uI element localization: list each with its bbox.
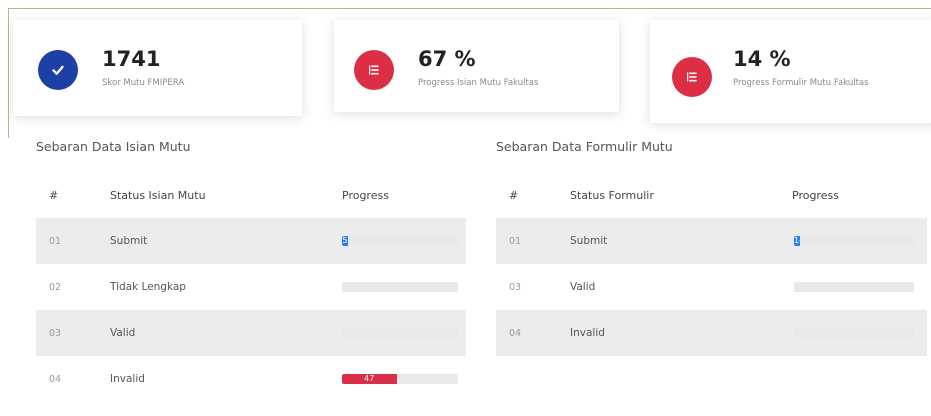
stat-value: 14 %: [733, 47, 791, 71]
row-status: Submit: [110, 235, 148, 247]
table-row: 03 Valid: [36, 310, 466, 356]
row-status: Valid: [110, 327, 136, 339]
progress-bar: [794, 328, 914, 338]
table-row: 03 Valid: [496, 264, 927, 310]
formulir-mutu-table: # Status Formulir Progress 01 Submit 14 …: [496, 172, 927, 356]
table-header-row: # Status Formulir Progress: [496, 172, 927, 218]
table-row: 01 Submit 5: [36, 218, 466, 264]
progress-fill: 47: [342, 374, 397, 384]
table-header-row: # Status Isian Mutu Progress: [36, 172, 466, 218]
row-number: 04: [509, 327, 522, 339]
stat-card-skor-mutu: 1741 Skor Mutu FMIPERA: [13, 20, 302, 116]
progress-bar: 5: [342, 236, 458, 246]
check-icon: [38, 50, 78, 90]
header-status: Status Isian Mutu: [110, 188, 206, 202]
row-status: Invalid: [570, 327, 605, 339]
row-number: 04: [49, 373, 62, 385]
row-status: Valid: [570, 281, 596, 293]
header-number: #: [509, 188, 519, 202]
frame-border-left: [8, 8, 9, 138]
header-number: #: [49, 188, 59, 202]
table-row: 02 Tidak Lengkap: [36, 264, 466, 310]
table-row: 01 Submit 14: [496, 218, 927, 264]
row-status: Submit: [570, 235, 608, 247]
table-row: 04 Invalid: [496, 310, 927, 356]
row-number: 03: [49, 327, 62, 339]
list-icon: [672, 57, 712, 97]
row-status: Invalid: [110, 373, 145, 385]
row-number: 01: [509, 235, 522, 247]
table-row: 04 Invalid 47: [36, 356, 466, 402]
list-icon: [354, 50, 394, 90]
progress-bar: 14: [794, 236, 914, 246]
stat-card-progress-isian: 67 % Progress Isian Mutu Fakultas: [334, 20, 619, 112]
header-status: Status Formulir: [570, 188, 654, 202]
progress-bar: [342, 282, 458, 292]
stat-label: Progress Isian Mutu Fakultas: [418, 78, 539, 88]
stat-label: Progress Formulir Mutu Fakultas: [733, 78, 869, 88]
row-number: 03: [509, 281, 522, 293]
progress-bar: 47: [342, 374, 458, 384]
stat-value: 1741: [102, 47, 161, 71]
header-progress: Progress: [792, 188, 839, 202]
progress-fill: 5: [342, 236, 348, 246]
row-number: 02: [49, 281, 62, 293]
row-number: 01: [49, 235, 62, 247]
stat-label: Skor Mutu FMIPERA: [102, 78, 185, 88]
isian-mutu-table: # Status Isian Mutu Progress 01 Submit 5…: [36, 172, 466, 404]
isian-section-title: Sebaran Data Isian Mutu: [36, 139, 191, 154]
stat-card-progress-formulir: 14 % Progress Formulir Mutu Fakultas: [650, 20, 931, 123]
progress-fill: 14: [794, 236, 800, 246]
header-progress: Progress: [342, 188, 389, 202]
stat-value: 67 %: [418, 47, 476, 71]
row-status: Tidak Lengkap: [110, 281, 186, 293]
progress-bar: [794, 282, 914, 292]
frame-border-top: [8, 8, 931, 9]
progress-bar: [342, 328, 458, 338]
formulir-section-title: Sebaran Data Formulir Mutu: [496, 139, 673, 154]
